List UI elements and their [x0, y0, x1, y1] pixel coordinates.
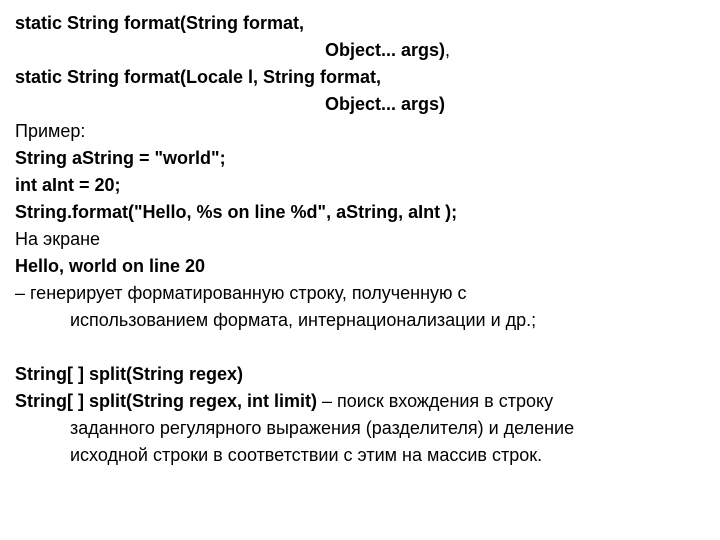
split-sig-2: String[ ] split(String regex, int limit)… [15, 388, 705, 415]
split-sig-1: String[ ] split(String regex) [15, 361, 705, 388]
example-label: Пример: [15, 118, 705, 145]
desc-line-b: использованием формата, интернационализа… [15, 307, 705, 334]
code-line-1: static String format(String format, [15, 10, 705, 37]
code-part-2a: Object... args) [325, 40, 445, 60]
output-line: Hello, world on line 20 [15, 253, 705, 280]
code-line-4: Object... args) [15, 91, 705, 118]
screen-label: На экране [15, 226, 705, 253]
blank-line [15, 334, 705, 361]
code-part-2b: , [445, 40, 450, 60]
split-desc-c: исходной строки в соответствии с этим на… [15, 442, 705, 469]
code-line-3: static String format(Locale l, String fo… [15, 64, 705, 91]
split-desc-b: заданного регулярного выражения (раздели… [15, 415, 705, 442]
code-line-8: String.format("Hello, %s on line %d", aS… [15, 199, 705, 226]
code-line-2: Object... args), [15, 37, 705, 64]
split-sig-2-text: – поиск вхождения в строку [317, 391, 553, 411]
code-line-6: String aString = "world"; [15, 145, 705, 172]
code-line-7: int aInt = 20; [15, 172, 705, 199]
desc-line-a: – генерирует форматированную строку, пол… [15, 280, 705, 307]
split-sig-2-bold: String[ ] split(String regex, int limit) [15, 391, 317, 411]
